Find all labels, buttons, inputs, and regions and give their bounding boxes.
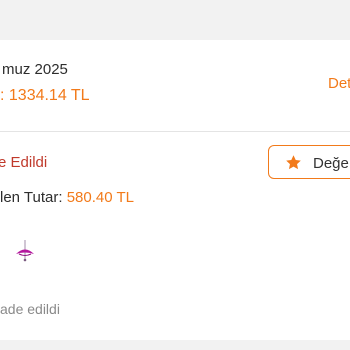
item-return-status: ade edildi: [0, 301, 60, 317]
order-details-link[interactable]: Det: [328, 76, 350, 91]
review-button[interactable]: Değe: [268, 145, 350, 179]
product-thumbnail[interactable]: [10, 235, 40, 265]
section-divider: [0, 131, 350, 132]
order-detail-screen: muz 2025 : 1334.14 TL Det e Edildi Değe …: [0, 0, 350, 350]
refund-label: len Tutar:: [0, 189, 67, 206]
order-total: : 1334.14 TL: [0, 87, 90, 104]
shipment-status: e Edildi: [0, 154, 48, 171]
star-icon: [286, 155, 301, 170]
review-button-label: Değe: [313, 155, 349, 172]
refund-amount: 580.40 TL: [66, 189, 134, 206]
refund-amount-row: len Tutar: 580.40 TL: [0, 190, 134, 205]
order-date: muz 2025: [2, 61, 68, 78]
